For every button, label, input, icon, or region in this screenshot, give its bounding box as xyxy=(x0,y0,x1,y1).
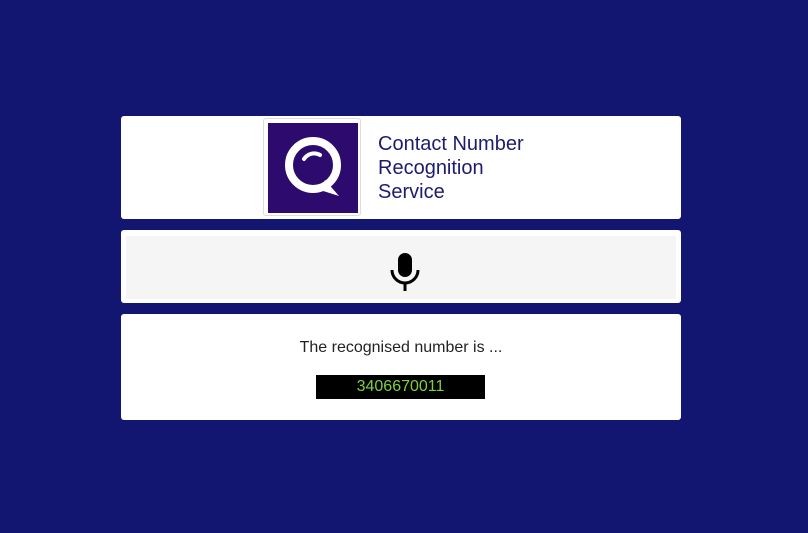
speech-bubble-search-icon xyxy=(268,123,358,213)
mic-card xyxy=(121,230,681,303)
result-label: The recognised number is ... xyxy=(299,339,503,356)
microphone-icon xyxy=(390,252,420,292)
title-line-3: Service xyxy=(378,181,445,203)
logo xyxy=(263,118,361,216)
result-card: The recognised number is ... 3406670011 xyxy=(121,314,681,420)
header-card: Contact Number Recognition Service xyxy=(121,116,681,219)
title-line-1: Contact Number xyxy=(378,133,524,155)
recognised-number: 3406670011 xyxy=(316,375,485,399)
title-line-2: Recognition xyxy=(378,157,484,179)
page-title: Contact Number Recognition Service xyxy=(378,132,578,204)
record-button[interactable] xyxy=(126,236,676,299)
